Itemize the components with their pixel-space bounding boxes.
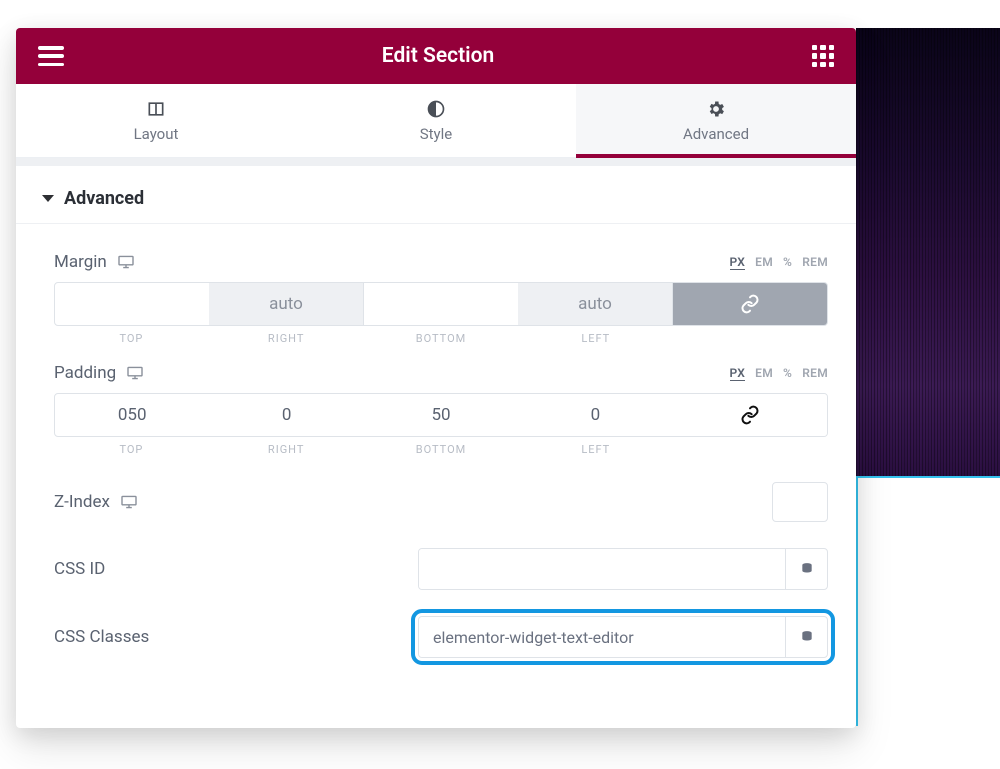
caret-down-icon	[42, 195, 54, 202]
desktop-icon[interactable]	[117, 255, 135, 269]
sublabel-top: TOP	[54, 443, 209, 456]
database-icon	[800, 562, 814, 576]
zindex-input[interactable]	[772, 482, 828, 522]
unit-em[interactable]: EM	[755, 255, 773, 270]
margin-control: Margin PX EM % REM auto auto	[54, 252, 828, 345]
gear-icon	[706, 99, 726, 119]
padding-label: Padding	[54, 363, 116, 383]
sublabel-left: LEFT	[518, 332, 673, 345]
unit-px[interactable]: PX	[730, 366, 746, 381]
dynamic-tags-button[interactable]	[785, 549, 827, 589]
section-body: Margin PX EM % REM auto auto	[16, 224, 856, 678]
section-title: Advanced	[64, 188, 144, 209]
tab-layout[interactable]: Layout	[16, 84, 296, 157]
columns-icon	[146, 99, 166, 119]
dynamic-tags-button[interactable]	[785, 617, 827, 657]
canvas-preview	[856, 28, 1000, 476]
margin-inputs: auto auto	[54, 282, 828, 326]
tab-advanced[interactable]: Advanced	[576, 84, 856, 157]
unit-pct[interactable]: %	[783, 366, 792, 381]
margin-bottom-input[interactable]	[364, 283, 518, 325]
contrast-icon	[426, 99, 446, 119]
panel-header: Edit Section	[16, 28, 856, 84]
padding-inputs	[54, 393, 828, 437]
unit-px[interactable]: PX	[730, 255, 746, 270]
editor-panel: Edit Section Layout Style Advanced Advan…	[16, 28, 856, 728]
link-icon	[740, 294, 760, 314]
sublabel-bottom: BOTTOM	[364, 332, 519, 345]
menu-icon[interactable]	[38, 46, 64, 66]
margin-link-toggle[interactable]	[673, 283, 827, 325]
padding-top-input[interactable]	[55, 394, 209, 436]
tab-label: Style	[420, 125, 453, 143]
padding-sublabels: TOP RIGHT BOTTOM LEFT	[54, 443, 828, 456]
zindex-control: Z-Index	[54, 482, 828, 522]
margin-sublabels: TOP RIGHT BOTTOM LEFT	[54, 332, 828, 345]
canvas-selection-frame	[856, 476, 1000, 726]
cssid-label: CSS ID	[54, 559, 105, 579]
cssclasses-input[interactable]	[419, 617, 785, 657]
padding-bottom-input[interactable]	[364, 394, 518, 436]
padding-units: PX EM % REM	[730, 366, 828, 381]
link-icon	[740, 405, 760, 425]
desktop-icon[interactable]	[126, 366, 144, 380]
widgets-grid-icon[interactable]	[812, 45, 834, 67]
sublabel-right: RIGHT	[209, 332, 364, 345]
panel-title: Edit Section	[382, 44, 494, 68]
sublabel-left: LEFT	[518, 443, 673, 456]
cssclasses-control: CSS Classes	[54, 616, 828, 658]
tab-label: Advanced	[683, 125, 749, 143]
unit-rem[interactable]: REM	[802, 366, 828, 381]
zindex-label: Z-Index	[54, 492, 110, 512]
margin-right-input[interactable]: auto	[209, 283, 364, 325]
padding-left-input[interactable]	[518, 394, 672, 436]
margin-top-input[interactable]	[55, 283, 209, 325]
padding-link-toggle[interactable]	[673, 394, 827, 436]
margin-left-input[interactable]: auto	[518, 283, 673, 325]
margin-units: PX EM % REM	[730, 255, 828, 270]
tab-label: Layout	[134, 125, 179, 143]
sublabel-top: TOP	[54, 332, 209, 345]
sublabel-bottom: BOTTOM	[364, 443, 519, 456]
desktop-icon[interactable]	[120, 495, 138, 509]
padding-control: Padding PX EM % REM	[54, 363, 828, 456]
cssclasses-label: CSS Classes	[54, 627, 149, 647]
cssid-control: CSS ID	[54, 548, 828, 590]
panel-tabs: Layout Style Advanced	[16, 84, 856, 158]
unit-rem[interactable]: REM	[802, 255, 828, 270]
padding-right-input[interactable]	[209, 394, 363, 436]
tab-style[interactable]: Style	[296, 84, 576, 157]
margin-label: Margin	[54, 252, 107, 272]
unit-em[interactable]: EM	[755, 366, 773, 381]
cssid-input[interactable]	[419, 549, 785, 589]
unit-pct[interactable]: %	[783, 255, 792, 270]
section-header-advanced[interactable]: Advanced	[16, 166, 856, 224]
sublabel-right: RIGHT	[209, 443, 364, 456]
database-icon	[800, 630, 814, 644]
tabs-divider	[16, 158, 856, 166]
